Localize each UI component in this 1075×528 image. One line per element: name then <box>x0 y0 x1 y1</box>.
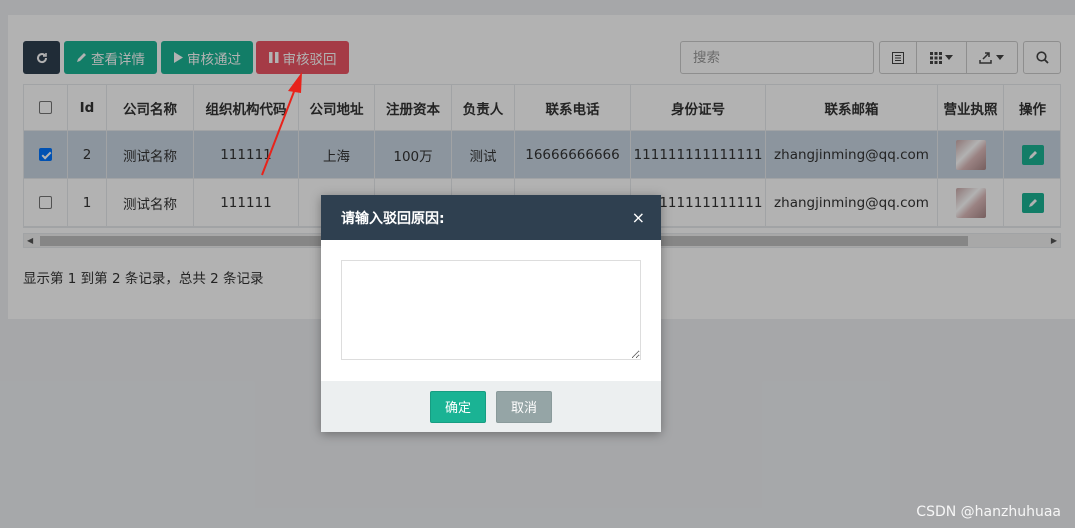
dialog-body <box>321 240 661 381</box>
watermark-text: CSDN @hanzhuhuaa <box>916 504 1061 520</box>
dialog-title: 请输入驳回原因: <box>341 210 445 227</box>
close-icon[interactable]: × <box>632 208 645 227</box>
reject-reason-dialog: 请输入驳回原因: × 确定 取消 <box>321 195 661 432</box>
dialog-header: 请输入驳回原因: <box>321 195 661 240</box>
dialog-footer: 确定 取消 <box>321 381 661 432</box>
cancel-button[interactable]: 取消 <box>496 390 552 423</box>
confirm-button[interactable]: 确定 <box>430 390 486 423</box>
reject-reason-textarea[interactable] <box>341 260 641 360</box>
